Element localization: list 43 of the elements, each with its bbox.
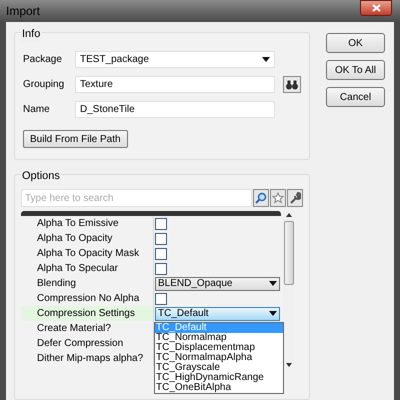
scroll-up-icon (286, 213, 292, 217)
browse-button[interactable] (283, 76, 301, 93)
dropdown-option[interactable]: TC_Grayscale (155, 363, 283, 373)
dropdown-option[interactable]: TC_NormalmapAlpha (155, 353, 283, 363)
property-dropdown[interactable]: TC_Default (155, 306, 280, 320)
search-field[interactable]: Type here to search (21, 189, 252, 207)
checkbox[interactable] (155, 262, 167, 274)
property-dropdown[interactable]: BLEND_Opaque (155, 276, 280, 290)
star-icon (272, 192, 284, 204)
dialog-button[interactable]: Cancel (326, 87, 385, 107)
scroll-down-icon (286, 363, 292, 367)
wrench-icon (288, 192, 301, 204)
checkbox[interactable] (155, 292, 167, 304)
build-button[interactable]: Build From File Path (23, 130, 128, 148)
binoculars-icon (286, 80, 298, 90)
close-button[interactable] (360, 0, 392, 16)
search-icon (254, 192, 267, 204)
close-icon (372, 4, 380, 12)
checkbox[interactable] (155, 218, 167, 230)
favorite-button[interactable] (270, 189, 286, 207)
search-button[interactable] (252, 189, 269, 207)
text-field[interactable]: Texture (75, 76, 275, 93)
package-dropdown[interactable]: TEST_package (75, 51, 275, 68)
dropdown-option[interactable]: TC_HighDynamicRange (155, 373, 283, 383)
property-name: Compression Settings (21, 306, 153, 321)
group-title: Options (21, 168, 61, 184)
scroll-thumb[interactable] (284, 221, 294, 285)
dropdown-option[interactable]: TC_Displacementmap (155, 343, 283, 353)
field-label: Name (23, 103, 51, 117)
text-field[interactable]: D_StoneTile (75, 101, 275, 118)
checkbox[interactable] (155, 248, 167, 260)
window-title: Import (6, 3, 40, 20)
field-label: Grouping (23, 78, 66, 92)
caret-icon (269, 281, 277, 286)
settings-button[interactable] (286, 189, 304, 207)
dropdown-option[interactable]: TC_OneBitAlpha (155, 383, 283, 393)
caret-icon (262, 57, 270, 62)
checkbox[interactable] (155, 232, 167, 244)
caret-icon (269, 311, 277, 316)
dropdown-option[interactable]: TC_Normalmap (155, 333, 283, 343)
field-label: Package (23, 53, 63, 67)
dialog-button[interactable]: OK (326, 33, 385, 53)
dialog-button[interactable]: OK To All (326, 60, 385, 80)
